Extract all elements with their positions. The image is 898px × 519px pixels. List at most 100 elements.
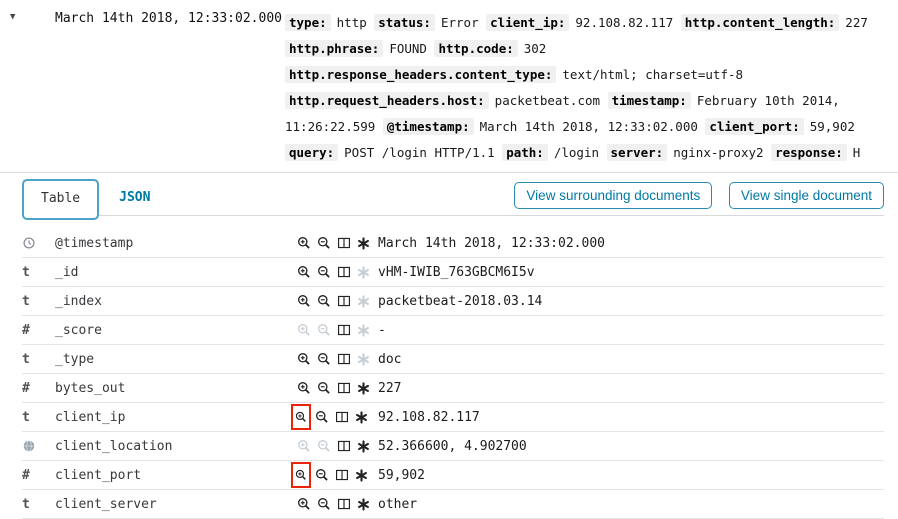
summary-field-label: path: [502,144,548,161]
summary-field-value: packetbeat.com [495,93,600,108]
field-controls [296,409,372,425]
summary-field-label: query: [285,144,338,161]
summary-field-value: H [853,145,861,160]
text-field-icon: t [22,294,55,309]
number-field-icon: # [22,323,55,338]
filter-for-value-icon[interactable] [296,351,311,367]
summary-field-value: 92.108.82.117 [575,15,673,30]
field-value: - [378,323,386,338]
summary-field: server: [607,145,674,160]
filter-for-value-icon[interactable] [296,235,311,251]
filter-for-value-icon[interactable] [296,380,311,396]
filter-for-field-present-icon[interactable] [356,380,371,396]
summary-field-value: nginx-proxy2 [673,145,763,160]
filter-out-value-icon [316,438,331,454]
text-field-icon: t [22,352,55,367]
filter-for-field-present-icon[interactable] [354,467,369,483]
toggle-column-icon[interactable] [336,496,351,512]
document-actions: View surrounding documents View single d… [507,182,884,209]
summary-field-label: client_ip: [486,14,569,31]
summary-field-label: http.phrase: [285,40,383,57]
summary-field-value: FOUND [389,41,427,56]
field-name: _score [55,323,296,338]
summary-field-label: http.request_headers.host: [285,92,489,109]
summary-field: query: [285,145,344,160]
field-value: vHM-IWIB_763GBCM6I5v [378,265,535,280]
filter-out-value-icon[interactable] [316,264,331,280]
toggle-column-icon[interactable] [334,467,349,483]
filter-for-field-present-icon[interactable] [356,496,371,512]
field-name: client_server [55,497,296,512]
globe-icon [22,439,55,453]
summary-field-value: text/html; charset=utf-8 [562,67,743,82]
field-controls [296,438,372,454]
toggle-column-icon[interactable] [336,264,351,280]
field-name: _type [55,352,296,367]
field-name: _index [55,294,296,309]
field-controls [296,380,372,396]
summary-field: http.phrase: [285,41,389,56]
toggle-column-icon[interactable] [336,322,351,338]
table-row: client_location 52.366600, 4.902700 [22,432,884,461]
field-value: March 14th 2018, 12:33:02.000 [378,236,605,251]
collapse-arrow-icon[interactable]: ▼ [10,12,15,22]
text-field-icon: t [22,410,55,425]
text-field-icon: t [22,497,55,512]
field-value: 59,902 [378,468,425,483]
field-controls [296,235,372,251]
summary-field-label: response: [771,144,847,161]
filter-out-value-icon[interactable] [316,351,331,367]
filter-for-value-icon[interactable] [296,293,311,309]
number-field-icon: # [22,381,55,396]
filter-out-value-icon[interactable] [314,467,329,483]
table-row: t client_ip 92.108.82.117 [22,403,884,432]
summary-field: client_ip: [486,15,575,30]
toggle-column-icon[interactable] [334,409,349,425]
filter-for-value-icon[interactable] [296,496,311,512]
tab-table[interactable]: Table [22,179,99,220]
field-value: other [378,497,417,512]
filter-out-value-icon[interactable] [316,380,331,396]
field-name: bytes_out [55,381,296,396]
filter-out-value-icon[interactable] [316,235,331,251]
summary-field-value: 302 [524,41,547,56]
toggle-column-icon[interactable] [336,235,351,251]
summary-field-label: client_port: [705,118,803,135]
filter-for-field-present-icon[interactable] [356,438,371,454]
field-value: 52.366600, 4.902700 [378,439,527,454]
summary-field-label: server: [607,144,668,161]
filter-for-value-icon-annotated[interactable] [291,404,311,430]
document-timestamp: March 14th 2018, 12:33:02.000 [55,11,282,26]
filter-for-field-present-icon[interactable] [354,409,369,425]
field-name: client_location [55,439,296,454]
filter-out-value-icon[interactable] [316,496,331,512]
tab-json[interactable]: JSON [99,179,160,205]
summary-field: @timestamp: [383,119,480,134]
summary-field-value: March 14th 2018, 12:33:02.000 [480,119,698,134]
document-source-summary: type:http status:Error client_ip:92.108.… [285,10,886,172]
view-surrounding-documents-button[interactable]: View surrounding documents [514,182,712,209]
toggle-column-icon[interactable] [336,380,351,396]
toggle-column-icon[interactable] [336,293,351,309]
filter-out-value-icon[interactable] [314,409,329,425]
filter-out-value-icon [316,322,331,338]
table-row: t _id vHM-IWIB_763GBCM6I5v [22,258,884,287]
field-controls [296,467,372,483]
filter-out-value-icon[interactable] [316,293,331,309]
summary-field: client_port: [705,119,809,134]
toggle-column-icon[interactable] [336,438,351,454]
filter-for-value-icon[interactable] [296,264,311,280]
summary-field: http.request_headers.host: [285,93,495,108]
summary-field-label: http.response_headers.content_type: [285,66,556,83]
field-name: @timestamp [55,236,296,251]
document-fields-table: @timestamp March 14th 2018, 12:33:02.000… [22,229,884,519]
filter-for-field-present-icon [356,351,371,367]
filter-for-field-present-icon [356,264,371,280]
filter-for-value-icon-annotated[interactable] [291,462,311,488]
summary-field-value: Error [441,15,479,30]
field-value: doc [378,352,401,367]
summary-field-value: POST /login HTTP/1.1 [344,145,495,160]
view-single-document-button[interactable]: View single document [729,182,884,209]
filter-for-field-present-icon[interactable] [356,235,371,251]
toggle-column-icon[interactable] [336,351,351,367]
